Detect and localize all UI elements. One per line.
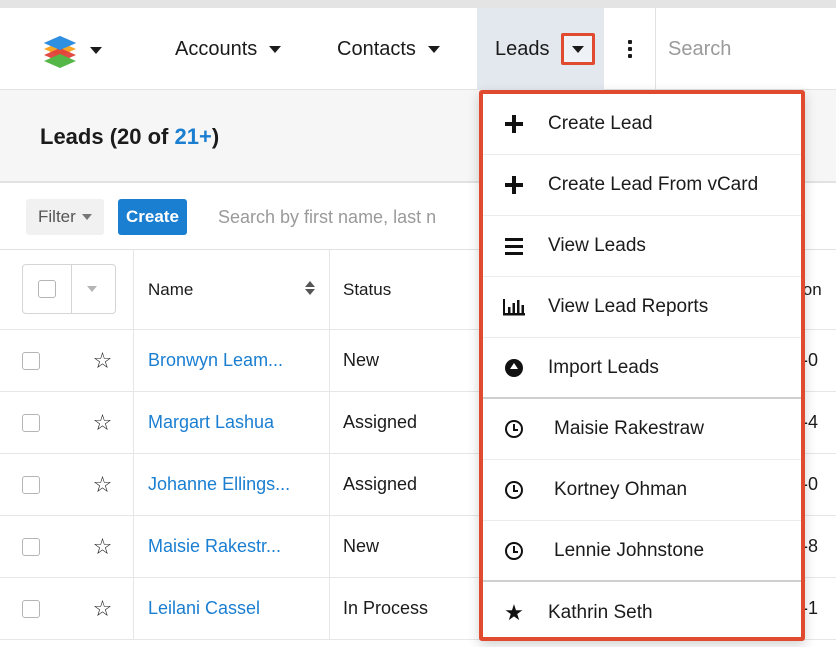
upload-icon xyxy=(503,357,525,379)
favorite-star-icon[interactable]: ☆ xyxy=(93,473,113,496)
favorite-star-icon[interactable]: ☆ xyxy=(93,411,113,434)
record-count-link[interactable]: 21+ xyxy=(174,124,211,149)
plus-icon xyxy=(503,113,525,135)
menu-item-label: Kortney Ohman xyxy=(554,479,688,500)
menu-item-view-lead-reports[interactable]: View Lead Reports xyxy=(483,277,801,338)
bar-chart-icon xyxy=(503,296,525,318)
header-spacer xyxy=(72,250,134,329)
menu-item-create-lead[interactable]: Create Lead xyxy=(483,94,801,155)
menu-item-label: Maisie Rakestraw xyxy=(554,418,704,439)
nav-tab-label: Contacts xyxy=(337,37,416,60)
menu-item-recent-record[interactable]: Maisie Rakestraw xyxy=(483,399,801,460)
favorite-star-icon[interactable]: ☆ xyxy=(93,535,113,558)
more-modules-button[interactable] xyxy=(604,8,656,90)
plus-icon xyxy=(503,174,525,196)
row-checkbox[interactable] xyxy=(22,413,40,432)
row-checkbox[interactable] xyxy=(22,599,40,618)
nav-tab-label: Leads xyxy=(495,37,550,60)
menu-item-label: Lennie Johnstone xyxy=(554,539,705,561)
menu-item-recent-record[interactable]: Lennie Johnstone xyxy=(483,521,801,582)
top-navigation-bar: Accounts Contacts Leads Search xyxy=(0,0,836,90)
nav-tab-label: Accounts xyxy=(175,37,258,60)
menu-item-import-leads[interactable]: Import Leads xyxy=(483,338,801,399)
sugar-cube-logo-icon xyxy=(44,36,76,68)
menu-item-label: Create Lead xyxy=(548,113,653,134)
lead-name-link[interactable]: Leilani Cassel xyxy=(148,598,260,619)
row-checkbox[interactable] xyxy=(22,351,40,370)
clock-icon xyxy=(503,540,525,562)
leads-menu-toggle[interactable] xyxy=(561,33,595,65)
menu-item-label: Create Lead From vCard xyxy=(548,174,759,195)
star-icon: ★ xyxy=(504,599,524,625)
chevron-down-icon xyxy=(81,214,92,220)
clock-icon xyxy=(503,418,525,440)
lead-status: Assigned xyxy=(343,412,418,432)
title-suffix: ) xyxy=(211,124,220,149)
menu-item-label: View Lead Reports xyxy=(548,296,709,317)
menu-item-create-lead-vcard[interactable]: Create Lead From vCard xyxy=(483,155,801,216)
column-label: Name xyxy=(148,279,194,299)
create-filter-button[interactable]: Create xyxy=(118,199,187,235)
lead-status: New xyxy=(343,536,380,556)
lead-name-link[interactable]: Bronwyn Leam... xyxy=(148,350,283,371)
leads-dropdown-menu: Create Lead Create Lead From vCard View … xyxy=(479,90,805,641)
lead-name-link[interactable]: Johanne Ellings... xyxy=(148,474,290,495)
nav-tab-contacts[interactable]: Contacts xyxy=(337,8,440,90)
menu-item-view-leads[interactable]: View Leads xyxy=(483,216,801,277)
list-search-input[interactable]: Search by first name, last n xyxy=(218,199,488,235)
app-logo-menu[interactable] xyxy=(40,28,120,72)
nav-tab-leads[interactable]: Leads xyxy=(477,8,604,90)
clock-icon xyxy=(503,479,525,501)
nav-tab-accounts[interactable]: Accounts xyxy=(175,8,282,90)
lead-status: In Process xyxy=(343,598,429,618)
title-prefix: Leads (20 of xyxy=(40,124,175,149)
lead-name-link[interactable]: Maisie Rakestr... xyxy=(148,536,281,557)
row-checkbox[interactable] xyxy=(22,475,40,494)
favorite-star-icon[interactable]: ☆ xyxy=(93,597,113,620)
menu-item-label: Kathrin Seth xyxy=(548,601,653,623)
column-label: Status xyxy=(343,279,392,299)
search-placeholder: Search xyxy=(668,37,732,60)
chevron-down-icon xyxy=(572,45,584,53)
menu-item-recent-record[interactable]: Kortney Ohman xyxy=(483,460,801,521)
favorite-star-icon[interactable]: ☆ xyxy=(93,349,113,372)
sort-icon[interactable] xyxy=(305,281,315,295)
lead-name-link[interactable]: Margart Lashua xyxy=(148,412,274,433)
global-search-input[interactable]: Search xyxy=(668,8,731,90)
chevron-down-icon[interactable] xyxy=(269,45,282,53)
create-label: Create xyxy=(126,207,179,226)
lead-status: Assigned xyxy=(343,474,418,494)
kebab-menu-icon xyxy=(627,40,632,58)
menu-item-label: Import Leads xyxy=(548,356,659,378)
menu-item-label: View Leads xyxy=(548,235,646,256)
lead-status: New xyxy=(343,350,380,370)
menu-item-favorite-record[interactable]: ★ Kathrin Seth xyxy=(483,582,801,643)
list-icon xyxy=(503,235,525,257)
filter-dropdown-button[interactable]: Filter xyxy=(26,199,104,235)
select-all-checkbox[interactable] xyxy=(38,280,56,298)
filter-label: Filter xyxy=(38,207,76,226)
page-title: Leads (20 of 21+) xyxy=(40,124,219,150)
chevron-down-icon[interactable] xyxy=(427,45,440,53)
chevron-down-icon xyxy=(90,46,102,54)
column-header-name[interactable]: Name xyxy=(134,250,330,329)
row-checkbox[interactable] xyxy=(22,537,40,556)
search-placeholder: Search by first name, last n xyxy=(218,206,437,227)
column-header-status[interactable]: Status xyxy=(330,250,475,329)
